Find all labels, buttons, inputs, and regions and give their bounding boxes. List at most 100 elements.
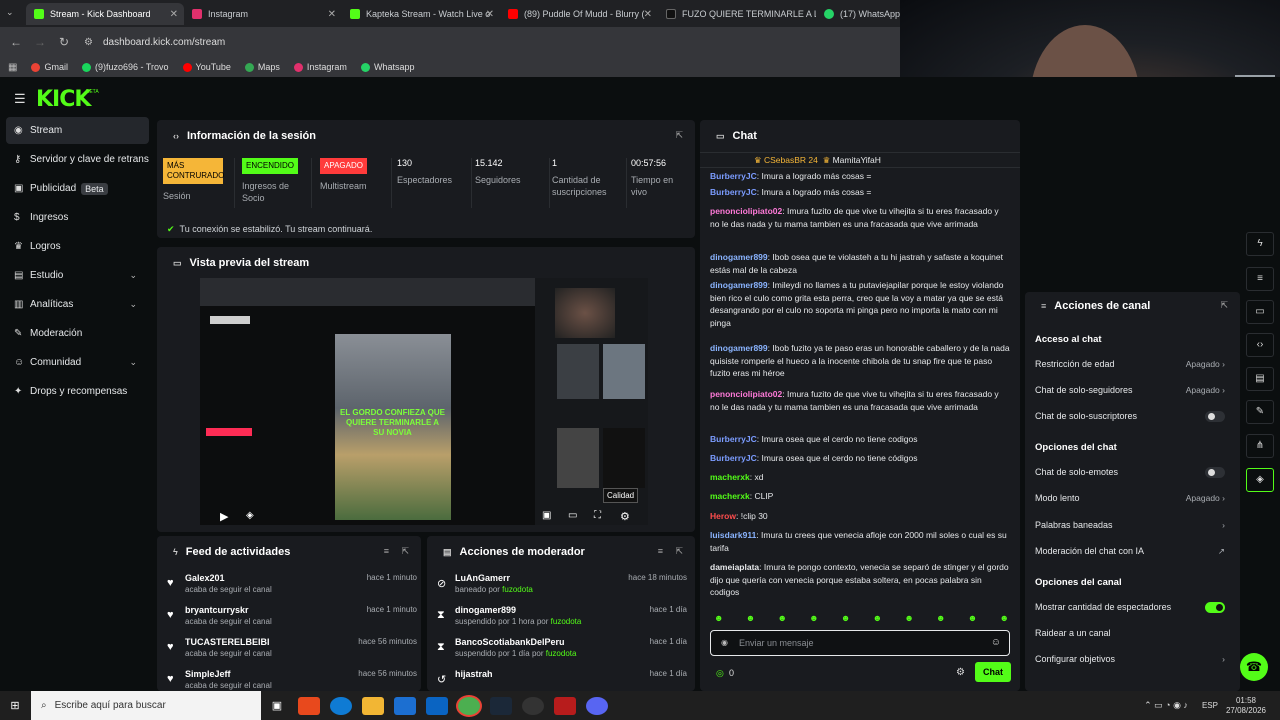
task-view-icon[interactable]: ▣ <box>266 697 288 715</box>
mod-by[interactable]: fuzodota <box>502 585 533 594</box>
feed-user[interactable]: TUCASTERELBEIBI <box>185 637 270 647</box>
sidebar-item-stream[interactable]: ◉ Stream <box>6 117 149 144</box>
chat-user[interactable]: dinogamer899 <box>710 343 768 353</box>
chat-user[interactable]: BurberryJC <box>710 434 757 444</box>
emote-icon[interactable]: ☻ <box>841 613 850 625</box>
mail-icon[interactable] <box>426 696 448 715</box>
tray-clock[interactable]: 01:58 27/08/2026 <box>1226 696 1266 716</box>
chat-user[interactable]: macherxk <box>710 491 750 501</box>
popout-icon[interactable]: ⇱ <box>401 546 409 557</box>
chat-settings-icon[interactable]: ⚙ <box>956 667 965 678</box>
sidebar-item-studio[interactable]: ▤ Estudio ⌄ <box>6 262 149 289</box>
setting-goals[interactable]: Configurar objetivos › <box>1035 654 1225 670</box>
chrome-icon[interactable] <box>458 696 480 715</box>
settings-gear-icon[interactable]: ⚙ <box>620 510 630 523</box>
mod-by[interactable]: fuzodota <box>551 617 582 626</box>
tab-list-icon[interactable]: ⌄ <box>6 7 14 18</box>
tab-instagram[interactable]: Instagram ✕ <box>184 3 342 25</box>
close-icon[interactable]: ✕ <box>644 9 652 20</box>
obs-icon[interactable] <box>522 696 544 715</box>
mod-user[interactable]: LuAnGamerr <box>455 573 510 583</box>
rail-list-button[interactable]: ≡ <box>1246 267 1274 291</box>
rail-share-button[interactable]: ⋔ <box>1246 434 1274 458</box>
chat-input[interactable]: ◉ Enviar un mensaje ☺ <box>710 630 1010 656</box>
emote-icon[interactable]: ☻ <box>714 613 723 625</box>
emotes-only-toggle[interactable] <box>1205 467 1225 478</box>
tray-language[interactable]: ESP <box>1202 701 1218 710</box>
chat-send-button[interactable]: Chat <box>975 662 1011 682</box>
close-icon[interactable]: ✕ <box>170 9 178 20</box>
chat-identity-icon[interactable]: ◉ <box>721 638 728 647</box>
store-icon[interactable] <box>394 696 416 715</box>
setting-followers-only[interactable]: Chat de solo-seguidores Apagado › <box>1035 385 1225 401</box>
mod-by[interactable]: fuzodota <box>546 649 577 658</box>
chat-user[interactable]: penonciolipiato02 <box>710 206 782 216</box>
emote-icon[interactable]: ☻ <box>999 613 1008 625</box>
pip-icon[interactable]: ▣ <box>542 510 551 521</box>
tab-kick-stream[interactable]: Kapteka Stream - Watch Live o ✕ <box>342 3 500 25</box>
chat-user[interactable]: BurberryJC <box>710 453 757 463</box>
sidebar-item-moderation[interactable]: ✎ Moderación <box>6 320 149 347</box>
chat-user[interactable]: dameiaplata <box>710 562 759 572</box>
bookmark-maps[interactable]: Maps <box>244 62 280 72</box>
emote-icon[interactable]: ☻ <box>809 613 818 625</box>
bookmark-gmail[interactable]: Gmail <box>31 62 68 72</box>
emote-icon[interactable]: ☻ <box>936 613 945 625</box>
filter-icon[interactable]: ≡ <box>384 546 389 556</box>
sidebar-item-community[interactable]: ☺ Comunidad ⌄ <box>6 349 149 376</box>
tab-kick-dashboard[interactable]: Stream - Kick Dashboard ✕ <box>26 3 184 25</box>
emote-icon[interactable]: ☻ <box>904 613 913 625</box>
help-icon[interactable]: ☎ <box>1240 653 1268 681</box>
setting-slow-mode[interactable]: Modo lento Apagado › <box>1035 493 1225 509</box>
popout-icon[interactable]: ⇱ <box>675 546 683 557</box>
emote-icon[interactable]: ☻ <box>968 613 977 625</box>
reload-icon[interactable]: ↻ <box>52 35 76 49</box>
sidebar-item-income[interactable]: $ Ingresos <box>6 204 149 231</box>
bookmark-whatsapp[interactable]: Whatsapp <box>360 62 414 72</box>
chat-user[interactable]: dinogamer899 <box>710 252 768 262</box>
app-icon[interactable] <box>298 696 320 715</box>
feed-user[interactable]: SimpleJeff <box>185 669 231 679</box>
mod-user[interactable]: BancoScotiabankDelPeru <box>455 637 565 647</box>
bookmark-instagram[interactable]: Instagram <box>293 62 347 72</box>
mod-user[interactable]: hijastrah <box>455 669 493 679</box>
rail-channel-button[interactable]: ◈ <box>1246 468 1274 492</box>
chat-user[interactable]: macherxk <box>710 472 750 482</box>
taskbar-search[interactable]: ⌕ Escribe aquí para buscar <box>31 691 261 720</box>
sidebar-item-achievements[interactable]: ♛ Logros <box>6 233 149 260</box>
tab-tiktok[interactable]: FUZO QUIERE TERMINARLE A L <box>658 3 816 25</box>
chat-user[interactable]: Herow <box>710 511 736 521</box>
popout-icon[interactable]: ⇱ <box>1220 300 1228 311</box>
setting-raid[interactable]: Raidear a un canal <box>1035 628 1225 644</box>
chat-user[interactable]: penonciolipiato02 <box>710 389 782 399</box>
rail-bolt-button[interactable]: ϟ <box>1246 232 1274 256</box>
pinned-user[interactable]: MamitaYifaH <box>833 155 881 165</box>
tab-whatsapp[interactable]: (17) WhatsApp <box>816 3 900 25</box>
apps-grid-icon[interactable]: ▦ <box>8 62 17 73</box>
chat-user[interactable]: BurberryJC <box>710 171 757 181</box>
setting-ai-moderation[interactable]: Moderación del chat con IA ↗ <box>1035 546 1225 562</box>
volume-icon[interactable]: ◈ <box>246 510 254 521</box>
back-icon[interactable]: ← <box>4 35 28 49</box>
chat-user[interactable]: luisdark911 <box>710 530 756 540</box>
chat-user[interactable]: dinogamer899 <box>710 280 768 290</box>
stream-preview-video[interactable]: EL GORDO CONFIEZA QUE QUIERE TERMINARLE … <box>200 278 648 525</box>
edge-icon[interactable] <box>330 696 352 715</box>
rail-wrench-button[interactable]: ✎ <box>1246 400 1274 424</box>
show-viewers-toggle[interactable] <box>1205 602 1225 613</box>
theater-icon[interactable]: ▭ <box>568 510 577 521</box>
tab-youtube[interactable]: (89) Puddle Of Mudd - Blurry (✕ <box>500 3 658 25</box>
sidebar-item-analytics[interactable]: ▥ Analíticas ⌄ <box>6 291 149 318</box>
forward-icon[interactable]: → <box>28 35 52 49</box>
emote-icon[interactable]: ☻ <box>746 613 755 625</box>
windows-start-icon[interactable]: ⊞ <box>4 697 26 715</box>
rail-code-button[interactable]: ‹› <box>1246 333 1274 357</box>
feed-user[interactable]: Galex201 <box>185 573 225 583</box>
chat-user[interactable]: BurberryJC <box>710 187 757 197</box>
rail-chat-button[interactable]: ▭ <box>1246 300 1274 324</box>
sidebar-item-server-key[interactable]: ⚷ Servidor y clave de retransmisión <box>6 146 149 173</box>
pinned-user[interactable]: CSebasBR 24 <box>764 155 818 165</box>
mod-user[interactable]: dinogamer899 <box>455 605 516 615</box>
setting-age-restriction[interactable]: Restricción de edad Apagado › <box>1035 359 1225 375</box>
filter-icon[interactable]: ≡ <box>658 546 663 556</box>
